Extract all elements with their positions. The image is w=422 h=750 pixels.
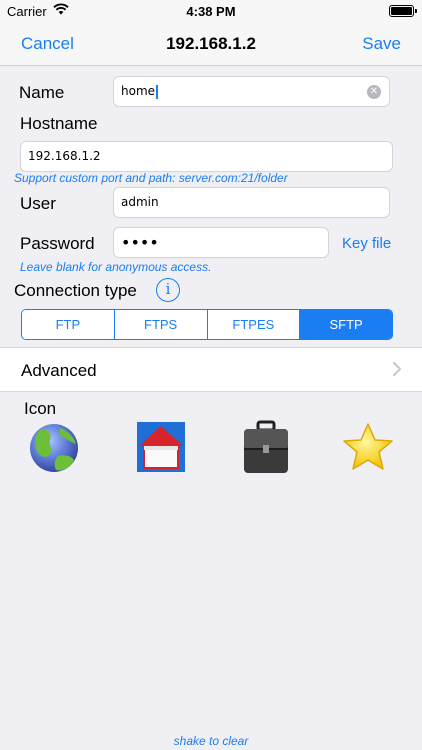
text-cursor (156, 84, 159, 99)
shake-to-clear-hint: shake to clear (173, 734, 249, 748)
segment-ftps[interactable]: FTPS (113, 310, 207, 339)
briefcase-icon[interactable] (236, 420, 296, 476)
password-label: Password (20, 234, 95, 253)
segment-ftpes[interactable]: FTPES (206, 310, 300, 339)
password-field[interactable]: •••• (113, 227, 329, 258)
battery-icon (389, 5, 417, 17)
user-label: User (20, 194, 56, 213)
save-button[interactable]: Save (362, 34, 401, 54)
info-icon[interactable]: i (156, 278, 180, 302)
user-field[interactable]: admin (113, 187, 390, 218)
clock: 4:38 PM (186, 4, 236, 19)
connection-type-label: Connection type (14, 281, 137, 300)
home-icon[interactable] (131, 420, 191, 476)
hostname-label: Hostname (20, 114, 98, 133)
status-bar: Carrier 4:38 PM (0, 0, 422, 22)
advanced-row[interactable]: Advanced (0, 347, 422, 392)
hostname-hint: Support custom port and path: server.com… (14, 171, 288, 185)
user-value: admin (121, 195, 159, 209)
clear-icon[interactable]: ✕ (367, 85, 381, 99)
page-title: 192.168.1.2 (166, 34, 256, 53)
segment-sftp[interactable]: SFTP (299, 310, 392, 339)
name-value: home (121, 84, 156, 98)
password-hint: Leave blank for anonymous access. (20, 260, 212, 274)
star-icon[interactable] (338, 420, 398, 476)
icon-section-label: Icon (24, 399, 57, 418)
advanced-label: Advanced (21, 361, 97, 380)
chevron-right-icon (393, 362, 401, 376)
hostname-value: 192.168.1.2 (28, 149, 101, 163)
hostname-field[interactable]: 192.168.1.2 (20, 141, 393, 172)
name-label: Name (19, 83, 65, 102)
name-field[interactable]: home ✕ (113, 76, 390, 107)
navigation-bar: Cancel 192.168.1.2 Save (0, 22, 422, 66)
connection-type-control: FTP FTPS FTPES SFTP (21, 309, 393, 340)
globe-icon[interactable] (24, 420, 84, 476)
key-file-button[interactable]: Key file (342, 235, 391, 252)
segment-ftp[interactable]: FTP (22, 310, 114, 339)
password-value: •••• (121, 233, 159, 252)
